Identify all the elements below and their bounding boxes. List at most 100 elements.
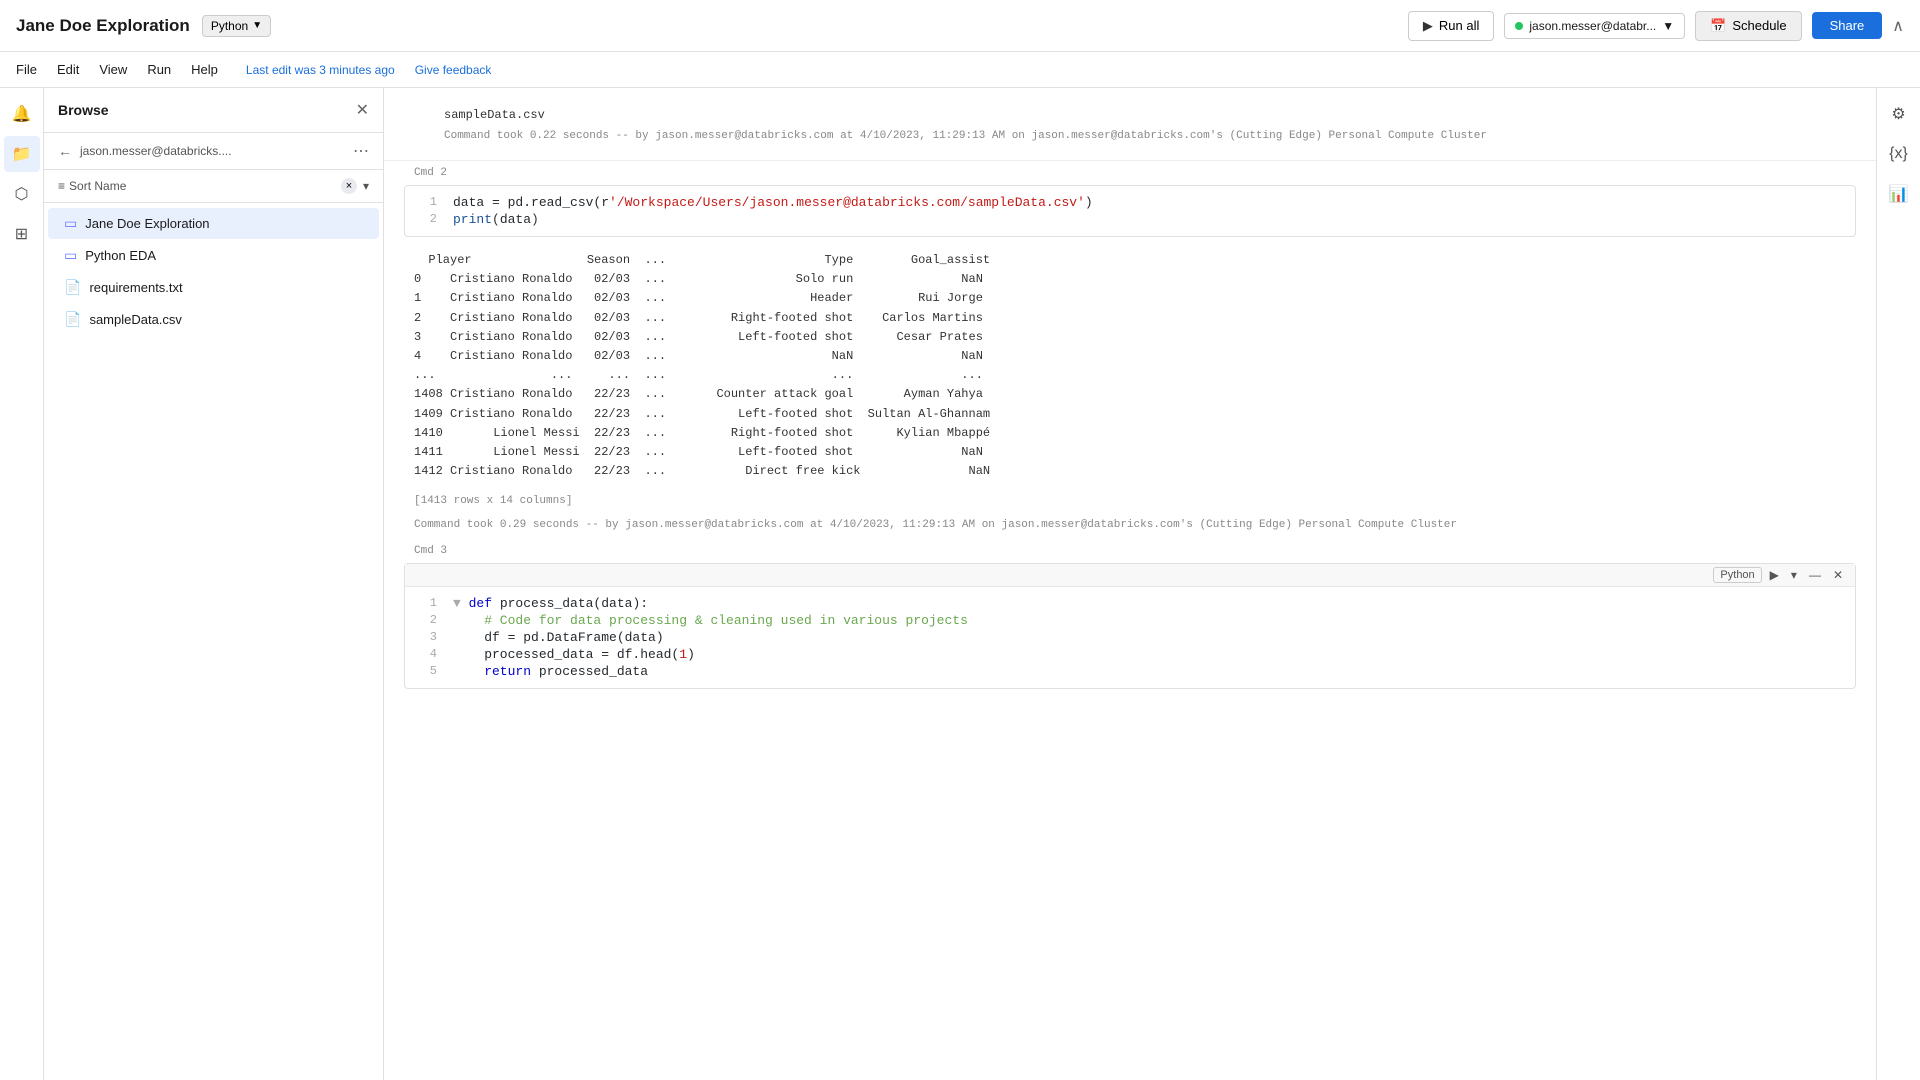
line-content: return processed_data bbox=[453, 664, 648, 679]
cmd2-table-output: Player Season ... Type Goal_assist 0 Cri… bbox=[384, 241, 1876, 491]
cmd1-output: sampleData.csv Command took 0.22 seconds… bbox=[384, 88, 1876, 161]
menu-edit[interactable]: Edit bbox=[57, 62, 79, 77]
share-button[interactable]: Share bbox=[1812, 12, 1883, 39]
cmd2-command-info: Command took 0.29 seconds -- by jason.me… bbox=[384, 515, 1876, 539]
chevron-down-icon: ▼ bbox=[1662, 19, 1674, 33]
sort-chevron-button[interactable]: ▾ bbox=[363, 179, 369, 193]
sort-name-text: Sort Name bbox=[69, 179, 126, 193]
file-name: requirements.txt bbox=[89, 280, 182, 295]
file-icon: 📄 bbox=[64, 279, 81, 296]
sort-clear-button[interactable]: × bbox=[341, 178, 357, 194]
line-content: processed_data = df.head(1) bbox=[453, 647, 695, 662]
list-item[interactable]: 📄 requirements.txt bbox=[48, 272, 379, 303]
code-lines: 1 ▼ def process_data(data): 2 # Code for… bbox=[405, 587, 1855, 688]
sidebar-title: Browse bbox=[58, 102, 109, 118]
run-cell-button[interactable]: ▶ bbox=[1766, 566, 1783, 584]
collapse-button[interactable]: ∧ bbox=[1892, 16, 1904, 36]
last-edit-label[interactable]: Last edit was 3 minutes ago bbox=[246, 63, 395, 77]
list-item[interactable]: ▭ Python EDA bbox=[48, 240, 379, 271]
user-name: jason.messer@databr... bbox=[1529, 19, 1656, 33]
code-line: 3 df = pd.DataFrame(data) bbox=[405, 629, 1855, 646]
sidebar: Browse ✕ ← jason.messer@databricks.... ⋯… bbox=[44, 88, 384, 1080]
menu-file[interactable]: File bbox=[16, 62, 37, 77]
code-line: 2 # Code for data processing & cleaning … bbox=[405, 612, 1855, 629]
sidebar-path: jason.messer@databricks.... bbox=[80, 144, 345, 158]
chevron-down-icon: ▼ bbox=[252, 20, 262, 31]
code-line: 5 return processed_data bbox=[405, 663, 1855, 680]
file-name: sampleData.csv bbox=[89, 312, 181, 327]
sort-icon: ≡ bbox=[58, 179, 65, 193]
give-feedback-link[interactable]: Give feedback bbox=[415, 63, 492, 77]
line-number: 4 bbox=[417, 647, 437, 661]
right-panel-icon-2[interactable]: {x} bbox=[1881, 136, 1917, 172]
line-content: df = pd.DataFrame(data) bbox=[453, 630, 664, 645]
share-label: Share bbox=[1830, 18, 1865, 33]
cmd1-command-info: Command took 0.22 seconds -- by jason.me… bbox=[414, 126, 1846, 150]
line-content: # Code for data processing & cleaning us… bbox=[453, 613, 968, 628]
sidebar-nav: ← jason.messer@databricks.... ⋯ bbox=[44, 133, 383, 170]
file-name: Python EDA bbox=[85, 248, 156, 263]
left-icon-rail: 🔔 📁 ⬡ ⊞ bbox=[0, 88, 44, 1080]
cmd2-code: 1 data = pd.read_csv(r'/Workspace/Users/… bbox=[404, 185, 1856, 237]
sort-label: ≡ Sort Name bbox=[58, 179, 335, 193]
code-line: 2 print(data) bbox=[405, 211, 1855, 228]
more-options-button[interactable]: ⋯ bbox=[353, 141, 369, 161]
cmd3-code[interactable]: Python ▶ ▾ — ✕ 1 ▼ def process_data(data… bbox=[404, 563, 1856, 689]
line-number: 1 bbox=[417, 195, 437, 209]
right-panel-icon-1[interactable]: ⚙ bbox=[1881, 96, 1917, 132]
app-title: Jane Doe Exploration bbox=[16, 16, 190, 36]
cmd3-cell: Cmd 3 Python ▶ ▾ — ✕ 1 ▼ def process_d bbox=[384, 539, 1876, 689]
run-all-button[interactable]: ▶ Run all bbox=[1408, 11, 1494, 41]
cmd2-rows-info: [1413 rows x 14 columns] bbox=[384, 491, 1876, 515]
code-cell-toolbar: Python ▶ ▾ — ✕ bbox=[1713, 566, 1847, 584]
menu-bar: File Edit View Run Help Last edit was 3 … bbox=[0, 52, 1920, 88]
notebook-icon: ▭ bbox=[64, 247, 77, 264]
schedule-button[interactable]: 📅 Schedule bbox=[1695, 11, 1801, 41]
user-status-dot bbox=[1515, 22, 1523, 30]
workspace-icon[interactable]: ⬡ bbox=[4, 176, 40, 212]
python-language-selector[interactable]: Python ▼ bbox=[202, 15, 271, 37]
line-number: 2 bbox=[417, 613, 437, 627]
list-item[interactable]: 📄 sampleData.csv bbox=[48, 304, 379, 335]
right-panel-icon-3[interactable]: 📊 bbox=[1881, 176, 1917, 212]
line-number: 3 bbox=[417, 630, 437, 644]
schedule-label: Schedule bbox=[1732, 18, 1786, 33]
code-line: 4 processed_data = df.head(1) bbox=[405, 646, 1855, 663]
line-content: print(data) bbox=[453, 212, 539, 227]
data-icon[interactable]: ⊞ bbox=[4, 216, 40, 252]
sidebar-close-button[interactable]: ✕ bbox=[356, 100, 369, 120]
line-number: 2 bbox=[417, 212, 437, 226]
file-name: Jane Doe Exploration bbox=[85, 216, 209, 231]
code-line: 1 ▼ def process_data(data): bbox=[405, 595, 1855, 612]
lang-badge: Python bbox=[1713, 567, 1761, 583]
notifications-icon[interactable]: 🔔 bbox=[4, 96, 40, 132]
notebook: sampleData.csv Command took 0.22 seconds… bbox=[384, 88, 1876, 1080]
python-label: Python bbox=[211, 19, 248, 33]
line-content: ▼ def process_data(data): bbox=[453, 596, 648, 611]
user-selector[interactable]: jason.messer@databr... ▼ bbox=[1504, 13, 1685, 39]
top-bar: Jane Doe Exploration Python ▼ ▶ Run all … bbox=[0, 0, 1920, 52]
calendar-icon: 📅 bbox=[1710, 18, 1726, 34]
notebook-icon: ▭ bbox=[64, 215, 77, 232]
browse-icon[interactable]: 📁 bbox=[4, 136, 40, 172]
top-bar-right: ▶ Run all jason.messer@databr... ▼ 📅 Sch… bbox=[1408, 11, 1904, 41]
line-number: 1 bbox=[417, 596, 437, 610]
cell-close-button[interactable]: ✕ bbox=[1829, 566, 1847, 584]
sidebar-header: Browse ✕ bbox=[44, 88, 383, 133]
cmd1-output-file: sampleData.csv bbox=[414, 98, 1846, 126]
right-icon-rail: ⚙ {x} 📊 bbox=[1876, 88, 1920, 1080]
line-content: data = pd.read_csv(r'/Workspace/Users/ja… bbox=[453, 195, 1093, 210]
menu-view[interactable]: View bbox=[99, 62, 127, 77]
cmd3-label: Cmd 3 bbox=[384, 539, 1876, 559]
fold-icon[interactable]: ▼ bbox=[453, 596, 469, 611]
file-list: ▭ Jane Doe Exploration ▭ Python EDA 📄 re… bbox=[44, 203, 383, 1080]
menu-run[interactable]: Run bbox=[147, 62, 171, 77]
play-icon: ▶ bbox=[1423, 18, 1433, 34]
back-button[interactable]: ← bbox=[58, 143, 72, 159]
menu-help[interactable]: Help bbox=[191, 62, 218, 77]
list-item[interactable]: ▭ Jane Doe Exploration bbox=[48, 208, 379, 239]
top-bar-left: Jane Doe Exploration Python ▼ bbox=[16, 15, 271, 37]
cell-minimize-button[interactable]: — bbox=[1805, 566, 1825, 584]
code-line: 1 data = pd.read_csv(r'/Workspace/Users/… bbox=[405, 194, 1855, 211]
cell-down-button[interactable]: ▾ bbox=[1787, 566, 1801, 584]
